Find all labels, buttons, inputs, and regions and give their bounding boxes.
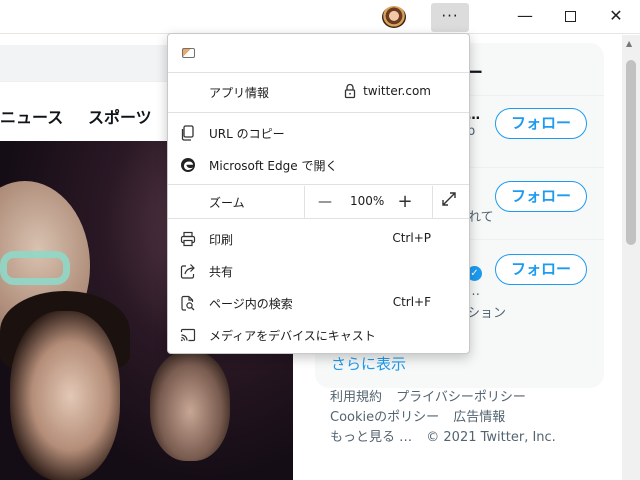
- menu-item-open-in-edge[interactable]: Microsoft Edge で開く: [168, 149, 469, 181]
- share-label: 共有: [209, 265, 234, 279]
- scroll-up-icon[interactable]: ▲: [626, 39, 632, 48]
- browser-title-bar: ··· — ✕: [0, 0, 640, 34]
- footer-copyright: © 2021 Twitter, Inc.: [426, 430, 556, 445]
- minimize-button[interactable]: —: [507, 3, 543, 29]
- fullscreen-icon: [442, 192, 456, 206]
- share-icon: [180, 263, 196, 279]
- menu-item-copy-url[interactable]: URL のコピー: [168, 117, 469, 149]
- print-icon: [180, 231, 196, 247]
- more-options-button[interactable]: ···: [431, 3, 469, 32]
- scroll-thumb[interactable]: [626, 60, 636, 245]
- menu-divider: [168, 112, 469, 113]
- footer-link-cookies[interactable]: Cookieのポリシー: [330, 410, 439, 425]
- suggestion-desc: れて: [468, 210, 494, 225]
- find-shortcut: Ctrl+F: [392, 295, 431, 309]
- tab-sports[interactable]: スポーツ: [88, 104, 152, 128]
- follow-button[interactable]: フォロー: [495, 181, 587, 212]
- show-more-link[interactable]: さらに表示: [331, 353, 406, 374]
- open-in-edge-label: Microsoft Edge で開く: [209, 159, 338, 173]
- footer-link-privacy[interactable]: プライバシーポリシー: [396, 390, 526, 405]
- hero-person-2: [10, 311, 120, 480]
- profile-avatar[interactable]: [382, 6, 406, 28]
- footer-link-terms[interactable]: 利用規約: [330, 390, 382, 405]
- zoom-value: 100%: [350, 194, 385, 208]
- page-scrollbar[interactable]: ▲: [622, 35, 640, 480]
- zoom-out-button[interactable]: —: [314, 191, 336, 213]
- menu-item-zoom: ズーム — 100% +: [168, 186, 469, 218]
- tab-news[interactable]: ニュース: [0, 104, 63, 128]
- hero-person-3: [150, 351, 230, 461]
- copy-icon: [180, 125, 196, 141]
- lock-icon: [344, 83, 356, 99]
- maximize-button[interactable]: [552, 3, 588, 29]
- find-in-page-icon: [180, 295, 196, 311]
- menu-item-print[interactable]: 印刷 Ctrl+P: [168, 223, 469, 255]
- menu-divider: [168, 72, 469, 73]
- find-label: ページ内の検索: [209, 297, 293, 311]
- menu-header: [168, 34, 469, 72]
- browser-more-menu: アプリ情報 twitter.com URL のコピー Microsoft Edg…: [167, 33, 470, 354]
- print-label: 印刷: [209, 233, 234, 247]
- menu-item-find[interactable]: ページ内の検索 Ctrl+F: [168, 287, 469, 319]
- menu-divider: [168, 218, 469, 219]
- maximize-icon: [564, 11, 576, 22]
- zoom-divider: [432, 186, 433, 218]
- edge-icon: [180, 157, 196, 173]
- zoom-divider: [304, 186, 305, 218]
- menu-item-cast[interactable]: メディアをデバイスにキャスト: [168, 319, 469, 351]
- app-info-label: アプリ情報: [209, 86, 270, 100]
- footer-link-more[interactable]: もっと見る …: [330, 430, 412, 445]
- copy-url-label: URL のコピー: [209, 127, 285, 141]
- follow-button[interactable]: フォロー: [495, 254, 587, 285]
- suggestion-desc: ション: [467, 306, 507, 321]
- page-footer: 利用規約 プライバシーポリシー Cookieのポリシー 広告情報 もっと見る ……: [330, 388, 610, 448]
- close-button[interactable]: ✕: [598, 3, 634, 29]
- footer-link-ads[interactable]: 広告情報: [453, 410, 505, 425]
- zoom-in-button[interactable]: +: [394, 191, 416, 213]
- menu-item-share[interactable]: 共有: [168, 255, 469, 287]
- fullscreen-button[interactable]: [438, 191, 460, 213]
- app-icon: [180, 45, 196, 61]
- menu-divider: [168, 184, 469, 185]
- site-domain: twitter.com: [363, 84, 431, 98]
- menu-item-app-info[interactable]: アプリ情報 twitter.com: [168, 76, 469, 108]
- follow-button[interactable]: フォロー: [495, 108, 587, 139]
- print-shortcut: Ctrl+P: [392, 231, 431, 245]
- zoom-label: ズーム: [209, 196, 245, 210]
- cast-label: メディアをデバイスにキャスト: [209, 329, 376, 343]
- cast-icon: [180, 327, 196, 343]
- hero-glasses: [0, 251, 70, 285]
